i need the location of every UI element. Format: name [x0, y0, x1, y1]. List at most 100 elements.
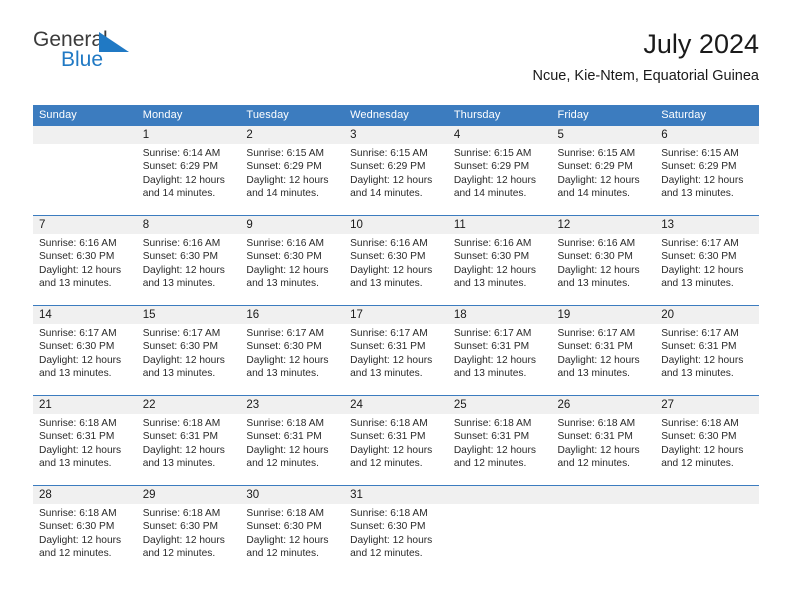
calendar-day-cell-empty	[551, 485, 656, 575]
day-number: 15	[136, 306, 241, 324]
day-detail-line: Sunrise: 6:18 AM	[246, 418, 324, 429]
day-detail-line: and 12 minutes.	[350, 458, 423, 470]
calendar-day-cell[interactable]: 22 Sunrise: 6:18 AM Sunset: 6:31 PM Dayligh…	[136, 395, 241, 486]
calendar-day-cell[interactable]: 3 Sunrise: 6:15 AM Sunset: 6:29 PM Daylight…	[344, 126, 448, 216]
calendar-day-cell[interactable]: 31 Sunrise: 6:18 AM Sunset: 6:30 PM Dayligh…	[344, 485, 448, 575]
calendar-day-cell[interactable]: 6 Sunrise: 6:15 AM Sunset: 6:29 PM Daylight…	[655, 126, 759, 216]
day-detail-line: Sunset: 6:30 PM	[142, 341, 219, 353]
day-detail-line: Sunrise: 6:17 AM	[453, 328, 532, 339]
day-detail-line: Sunset: 6:29 PM	[142, 161, 219, 173]
calendar-day-cell[interactable]: 19 Sunrise: 6:17 AM Sunset: 6:31 PM Dayligh…	[551, 305, 656, 396]
day-detail-line: Sunrise: 6:18 AM	[350, 508, 428, 519]
day-detail-line: Sunset: 6:31 PM	[453, 341, 530, 353]
day-number: 3	[344, 126, 448, 144]
day-detail-line: Sunrise: 6:18 AM	[39, 418, 117, 429]
day-detail-line: Sunrise: 6:18 AM	[350, 418, 428, 429]
general-blue-logo[interactable]: General Blue	[33, 28, 263, 84]
day-detail-line: and 14 minutes.	[350, 188, 423, 200]
calendar-day-cell[interactable]: 30 Sunrise: 6:18 AM Sunset: 6:30 PM Dayligh…	[240, 485, 345, 575]
weekday-header-friday: Friday	[551, 105, 656, 126]
calendar-day-cell[interactable]: 20 Sunrise: 6:17 AM Sunset: 6:31 PM Dayligh…	[655, 305, 759, 396]
day-details: Sunrise: 6:16 AM Sunset: 6:30 PM Daylight:…	[552, 234, 656, 291]
day-number: 12	[551, 216, 656, 234]
day-cell-inner: 5 Sunrise: 6:15 AM Sunset: 6:29 PM Daylight…	[551, 126, 656, 215]
calendar-day-cell[interactable]: 4 Sunrise: 6:15 AM Sunset: 6:29 PM Daylight…	[447, 126, 552, 216]
day-detail-line: Sunset: 6:30 PM	[350, 251, 426, 263]
day-detail-line: Daylight: 12 hours	[350, 264, 433, 276]
page-subtitle: Ncue, Kie-Ntem, Equatorial Guinea	[532, 68, 759, 84]
calendar-day-cell[interactable]: 25 Sunrise: 6:18 AM Sunset: 6:31 PM Dayligh…	[447, 395, 552, 486]
calendar-day-cell[interactable]: 28 Sunrise: 6:18 AM Sunset: 6:30 PM Dayligh…	[33, 485, 137, 575]
day-detail-line: and 13 minutes.	[557, 278, 631, 290]
calendar-day-cell[interactable]: 10 Sunrise: 6:16 AM Sunset: 6:30 PM Dayligh…	[344, 215, 448, 306]
calendar-day-cell[interactable]: 14 Sunrise: 6:17 AM Sunset: 6:30 PM Dayligh…	[33, 305, 137, 396]
calendar-day-cell[interactable]: 29 Sunrise: 6:18 AM Sunset: 6:30 PM Dayligh…	[136, 485, 241, 575]
calendar-day-cell[interactable]: 13 Sunrise: 6:17 AM Sunset: 6:30 PM Dayligh…	[655, 215, 759, 306]
calendar-day-cell[interactable]: 12 Sunrise: 6:16 AM Sunset: 6:30 PM Dayligh…	[551, 215, 656, 306]
day-cell-inner: 27 Sunrise: 6:18 AM Sunset: 6:30 PM Dayligh…	[655, 396, 759, 485]
day-detail-line: Daylight: 12 hours	[39, 534, 122, 546]
calendar-day-cell[interactable]: 26 Sunrise: 6:18 AM Sunset: 6:31 PM Dayligh…	[551, 395, 656, 486]
day-cell-inner: 15 Sunrise: 6:17 AM Sunset: 6:30 PM Dayligh…	[136, 306, 241, 395]
calendar-day-cell[interactable]: 8 Sunrise: 6:16 AM Sunset: 6:30 PM Daylight…	[136, 215, 241, 306]
day-details: Sunrise: 6:18 AM Sunset: 6:31 PM Daylight:…	[137, 414, 241, 471]
weekday-header-tuesday: Tuesday	[240, 105, 345, 126]
calendar-day-cell[interactable]: 1 Sunrise: 6:14 AM Sunset: 6:29 PM Daylight…	[136, 126, 241, 216]
calendar-table: Sunday Monday Tuesday Wednesday Thursday Frid…	[33, 105, 759, 575]
day-detail-line: Sunset: 6:30 PM	[39, 341, 115, 353]
day-detail-line: Sunset: 6:30 PM	[246, 341, 322, 353]
day-detail-line: Sunrise: 6:17 AM	[661, 238, 739, 249]
day-detail-line: and 12 minutes.	[246, 458, 319, 470]
calendar-day-cell[interactable]: 11 Sunrise: 6:16 AM Sunset: 6:30 PM Dayligh…	[447, 215, 552, 306]
triangle-flag-icon	[99, 32, 129, 52]
day-number: 27	[655, 396, 759, 414]
day-detail-line: Sunset: 6:29 PM	[246, 161, 322, 173]
day-detail-line: Daylight: 12 hours	[453, 174, 536, 186]
day-detail-line: Sunset: 6:30 PM	[142, 251, 219, 263]
calendar-day-cell[interactable]: 21 Sunrise: 6:18 AM Sunset: 6:31 PM Dayligh…	[33, 395, 137, 486]
day-detail-line: and 12 minutes.	[246, 548, 319, 560]
day-detail-line: Sunset: 6:29 PM	[661, 161, 737, 173]
calendar-day-cell[interactable]: 16 Sunrise: 6:17 AM Sunset: 6:30 PM Dayligh…	[240, 305, 345, 396]
calendar-day-cell[interactable]: 17 Sunrise: 6:17 AM Sunset: 6:31 PM Dayligh…	[344, 305, 448, 396]
day-details: Sunrise: 6:15 AM Sunset: 6:29 PM Daylight:…	[552, 144, 656, 201]
day-detail-line: and 12 minutes.	[453, 458, 527, 470]
day-detail-line: and 13 minutes.	[453, 278, 527, 290]
day-detail-line: Daylight: 12 hours	[246, 534, 329, 546]
day-detail-line: Sunset: 6:30 PM	[350, 521, 426, 533]
day-detail-line: Sunset: 6:31 PM	[246, 431, 322, 443]
day-detail-line: Daylight: 12 hours	[246, 354, 329, 366]
day-detail-line: Sunset: 6:31 PM	[453, 431, 530, 443]
day-details: Sunrise: 6:18 AM Sunset: 6:30 PM Daylight:…	[240, 504, 344, 561]
day-detail-line: Sunrise: 6:17 AM	[246, 328, 324, 339]
day-number: 28	[33, 486, 137, 504]
calendar-day-cell[interactable]: 5 Sunrise: 6:15 AM Sunset: 6:29 PM Daylight…	[551, 126, 656, 216]
day-number: 8	[136, 216, 241, 234]
day-details: Sunrise: 6:18 AM Sunset: 6:30 PM Daylight:…	[33, 504, 137, 561]
calendar-day-cell[interactable]: 15 Sunrise: 6:17 AM Sunset: 6:30 PM Dayligh…	[136, 305, 241, 396]
calendar-day-cell[interactable]: 7 Sunrise: 6:16 AM Sunset: 6:30 PM Daylight…	[33, 215, 137, 306]
calendar-day-cell[interactable]: 9 Sunrise: 6:16 AM Sunset: 6:30 PM Daylight…	[240, 215, 345, 306]
day-detail-line: Sunset: 6:30 PM	[557, 251, 633, 263]
day-detail-line: Sunrise: 6:18 AM	[142, 508, 221, 519]
day-detail-line: Daylight: 12 hours	[661, 264, 744, 276]
calendar-week-row: 1 Sunrise: 6:14 AM Sunset: 6:29 PM Daylight…	[33, 126, 759, 216]
calendar-day-cell[interactable]: 18 Sunrise: 6:17 AM Sunset: 6:31 PM Dayligh…	[447, 305, 552, 396]
day-cell-inner: 4 Sunrise: 6:15 AM Sunset: 6:29 PM Daylight…	[447, 126, 552, 215]
day-number: 5	[551, 126, 656, 144]
day-details: Sunrise: 6:14 AM Sunset: 6:29 PM Daylight:…	[137, 144, 241, 201]
day-detail-line: Sunrise: 6:16 AM	[246, 238, 324, 249]
calendar-day-cell[interactable]: 24 Sunrise: 6:18 AM Sunset: 6:31 PM Dayligh…	[344, 395, 448, 486]
day-detail-line: Sunset: 6:31 PM	[661, 341, 737, 353]
day-cell-inner: 29 Sunrise: 6:18 AM Sunset: 6:30 PM Dayligh…	[136, 486, 241, 575]
calendar-day-cell[interactable]: 23 Sunrise: 6:18 AM Sunset: 6:31 PM Dayligh…	[240, 395, 345, 486]
calendar-day-cell[interactable]: 27 Sunrise: 6:18 AM Sunset: 6:30 PM Dayligh…	[655, 395, 759, 486]
day-details: Sunrise: 6:16 AM Sunset: 6:30 PM Daylight:…	[344, 234, 448, 291]
day-details: Sunrise: 6:15 AM Sunset: 6:29 PM Daylight:…	[240, 144, 344, 201]
calendar-header-row: Sunday Monday Tuesday Wednesday Thursday Frid…	[33, 105, 759, 126]
day-detail-line: Daylight: 12 hours	[142, 354, 225, 366]
day-number: 16	[240, 306, 345, 324]
day-detail-line: Daylight: 12 hours	[453, 444, 536, 456]
calendar-day-cell[interactable]: 2 Sunrise: 6:15 AM Sunset: 6:29 PM Daylight…	[240, 126, 345, 216]
day-details: Sunrise: 6:17 AM Sunset: 6:30 PM Daylight:…	[655, 234, 759, 291]
